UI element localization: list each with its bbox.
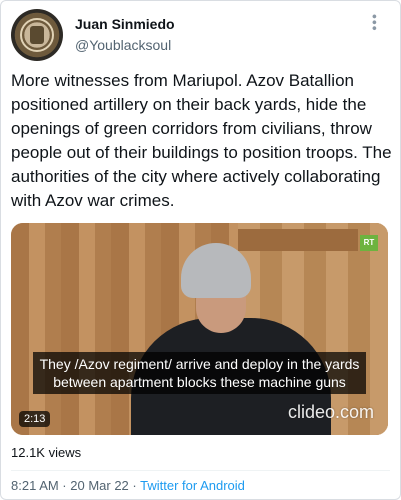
video-player[interactable]: RT They /Azov regiment/ arrive and deplo…: [11, 223, 388, 435]
video-caption: They /Azov regiment/ arrive and deploy i…: [33, 352, 366, 394]
tweet-timestamp[interactable]: 8:21 AM · 20 Mar 22 ·: [11, 478, 140, 493]
more-options-icon[interactable]: •••: [367, 14, 383, 32]
view-count: 12.1K views: [11, 445, 82, 460]
tweet-meta: 8:21 AM · 20 Mar 22 · Twitter for Androi…: [11, 478, 245, 493]
emblem-center: [30, 26, 44, 44]
video-duration: 2:13: [19, 411, 51, 427]
video-frame-plank: [238, 229, 358, 251]
video-watermark: clideo.com: [287, 402, 374, 422]
tweet-text: More witnesses from Mariupol. Azov Batal…: [11, 71, 392, 210]
author-avatar[interactable]: [11, 9, 63, 61]
channel-logo: RT: [360, 235, 378, 251]
divider: [11, 470, 390, 471]
author-handle[interactable]: @Youblacksoul: [75, 37, 171, 53]
author-name[interactable]: Juan Sinmiedo: [75, 16, 175, 32]
tweet-source-app[interactable]: Twitter for Android: [140, 478, 245, 493]
